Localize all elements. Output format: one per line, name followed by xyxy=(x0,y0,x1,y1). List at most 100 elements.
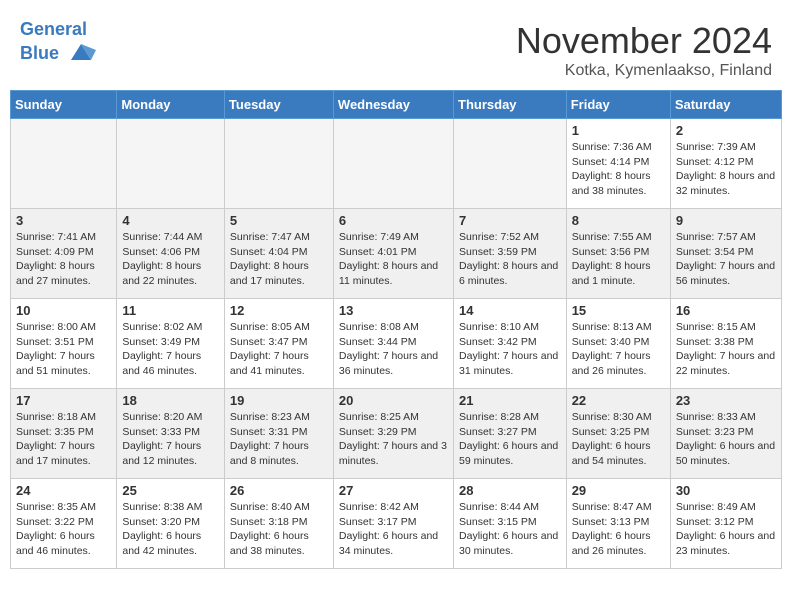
calendar-cell: 18 Sunrise: 8:20 AMSunset: 3:33 PMDayligh… xyxy=(117,389,225,479)
calendar-cell: 14Sunrise: 8:10 AMSunset: 3:42 PMDayligh… xyxy=(454,299,567,389)
cell-info: Sunrise: 8:10 AMSunset: 3:42 PMDaylight:… xyxy=(459,320,561,379)
cell-info: Sunrise: 8:47 AMSunset: 3:13 PMDaylight:… xyxy=(572,500,665,559)
calendar-cell: 28 Sunrise: 8:44 AMSunset: 3:15 PMDayligh… xyxy=(454,479,567,569)
logo: General Blue xyxy=(20,20,96,68)
day-number: 12 xyxy=(230,303,328,318)
cell-info: Sunrise: 8:44 AMSunset: 3:15 PMDaylight:… xyxy=(459,500,561,559)
day-header-thursday: Thursday xyxy=(454,91,567,119)
cell-info: Sunrise: 7:41 AMSunset: 4:09 PMDaylight:… xyxy=(16,230,111,289)
day-number: 22 xyxy=(572,393,665,408)
cell-info: Sunrise: 8:35 AMSunset: 3:22 PMDaylight:… xyxy=(16,500,111,559)
calendar-cell: 3 Sunrise: 7:41 AMSunset: 4:09 PMDaylight… xyxy=(11,209,117,299)
location-title: Kotka, Kymenlaakso, Finland xyxy=(516,62,772,80)
cell-info: Sunrise: 8:08 AMSunset: 3:44 PMDaylight:… xyxy=(339,320,448,379)
cell-info: Sunrise: 8:02 AMSunset: 3:49 PMDaylight:… xyxy=(122,320,219,379)
calendar-cell: 9 Sunrise: 7:57 AMSunset: 3:54 PMDaylight… xyxy=(670,209,781,299)
day-number: 11 xyxy=(122,303,219,318)
calendar-cell: 30 Sunrise: 8:49 AMSunset: 3:12 PMDayligh… xyxy=(670,479,781,569)
day-number: 1 xyxy=(572,123,665,138)
cell-info: Sunrise: 8:25 AMSunset: 3:29 PMDaylight:… xyxy=(339,410,448,469)
day-header-sunday: Sunday xyxy=(11,91,117,119)
week-row-4: 17Sunrise: 8:18 AMSunset: 3:35 PMDayligh… xyxy=(11,389,782,479)
cell-info: Sunrise: 8:49 AMSunset: 3:12 PMDaylight:… xyxy=(676,500,776,559)
cell-info: Sunrise: 7:39 AMSunset: 4:12 PMDaylight:… xyxy=(676,140,776,199)
cell-info: Sunrise: 8:38 AMSunset: 3:20 PMDaylight:… xyxy=(122,500,219,559)
day-number: 30 xyxy=(676,483,776,498)
day-number: 3 xyxy=(16,213,111,228)
calendar-cell: 1 Sunrise: 7:36 AMSunset: 4:14 PMDaylight… xyxy=(566,119,670,209)
calendar-cell: 5 Sunrise: 7:47 AMSunset: 4:04 PMDaylight… xyxy=(224,209,333,299)
logo-blue: Blue xyxy=(20,43,59,63)
day-number: 5 xyxy=(230,213,328,228)
logo-general: General xyxy=(20,19,87,39)
days-header-row: SundayMondayTuesdayWednesdayThursdayFrid… xyxy=(11,91,782,119)
cell-info: Sunrise: 8:23 AMSunset: 3:31 PMDaylight:… xyxy=(230,410,328,469)
day-number: 4 xyxy=(122,213,219,228)
day-number: 9 xyxy=(676,213,776,228)
cell-info: Sunrise: 8:28 AMSunset: 3:27 PMDaylight:… xyxy=(459,410,561,469)
cell-info: Sunrise: 7:55 AMSunset: 3:56 PMDaylight:… xyxy=(572,230,665,289)
month-title: November 2024 xyxy=(516,20,772,62)
calendar-cell: 22Sunrise: 8:30 AMSunset: 3:25 PMDayligh… xyxy=(566,389,670,479)
day-number: 24 xyxy=(16,483,111,498)
cell-info: Sunrise: 8:42 AMSunset: 3:17 PMDaylight:… xyxy=(339,500,448,559)
day-header-saturday: Saturday xyxy=(670,91,781,119)
day-number: 21 xyxy=(459,393,561,408)
day-number: 7 xyxy=(459,213,561,228)
cell-info: Sunrise: 7:57 AMSunset: 3:54 PMDaylight:… xyxy=(676,230,776,289)
calendar-cell: 23Sunrise: 8:33 AMSunset: 3:23 PMDayligh… xyxy=(670,389,781,479)
cell-info: Sunrise: 7:49 AMSunset: 4:01 PMDaylight:… xyxy=(339,230,448,289)
day-number: 20 xyxy=(339,393,448,408)
week-row-1: 1 Sunrise: 7:36 AMSunset: 4:14 PMDaylight… xyxy=(11,119,782,209)
day-header-tuesday: Tuesday xyxy=(224,91,333,119)
cell-info: Sunrise: 8:18 AMSunset: 3:35 PMDaylight:… xyxy=(16,410,111,469)
day-header-friday: Friday xyxy=(566,91,670,119)
day-number: 26 xyxy=(230,483,328,498)
day-number: 13 xyxy=(339,303,448,318)
header: General Blue November 2024 Kotka, Kymenl… xyxy=(10,10,782,85)
day-number: 18 xyxy=(122,393,219,408)
calendar-cell xyxy=(224,119,333,209)
cell-info: Sunrise: 8:40 AMSunset: 3:18 PMDaylight:… xyxy=(230,500,328,559)
week-row-3: 10 Sunrise: 8:00 AMSunset: 3:51 PMDayligh… xyxy=(11,299,782,389)
calendar-cell: 8 Sunrise: 7:55 AMSunset: 3:56 PMDaylight… xyxy=(566,209,670,299)
calendar-cell: 29Sunrise: 8:47 AMSunset: 3:13 PMDayligh… xyxy=(566,479,670,569)
calendar-cell: 26 Sunrise: 8:40 AMSunset: 3:18 PMDayligh… xyxy=(224,479,333,569)
calendar-cell: 11 Sunrise: 8:02 AMSunset: 3:49 PMDayligh… xyxy=(117,299,225,389)
cell-info: Sunrise: 8:33 AMSunset: 3:23 PMDaylight:… xyxy=(676,410,776,469)
day-number: 10 xyxy=(16,303,111,318)
calendar-cell: 19Sunrise: 8:23 AMSunset: 3:31 PMDayligh… xyxy=(224,389,333,479)
calendar-cell: 17Sunrise: 8:18 AMSunset: 3:35 PMDayligh… xyxy=(11,389,117,479)
day-header-wednesday: Wednesday xyxy=(333,91,453,119)
cell-info: Sunrise: 7:36 AMSunset: 4:14 PMDaylight:… xyxy=(572,140,665,199)
cell-info: Sunrise: 8:15 AMSunset: 3:38 PMDaylight:… xyxy=(676,320,776,379)
day-number: 28 xyxy=(459,483,561,498)
calendar-cell: 12 Sunrise: 8:05 AMSunset: 3:47 PMDayligh… xyxy=(224,299,333,389)
day-number: 8 xyxy=(572,213,665,228)
week-row-2: 3 Sunrise: 7:41 AMSunset: 4:09 PMDaylight… xyxy=(11,209,782,299)
calendar-cell xyxy=(117,119,225,209)
calendar-cell: 10 Sunrise: 8:00 AMSunset: 3:51 PMDayligh… xyxy=(11,299,117,389)
calendar-cell: 7 Sunrise: 7:52 AMSunset: 3:59 PMDaylight… xyxy=(454,209,567,299)
cell-info: Sunrise: 8:05 AMSunset: 3:47 PMDaylight:… xyxy=(230,320,328,379)
cell-info: Sunrise: 8:00 AMSunset: 3:51 PMDaylight:… xyxy=(16,320,111,379)
day-header-monday: Monday xyxy=(117,91,225,119)
day-number: 27 xyxy=(339,483,448,498)
day-number: 15 xyxy=(572,303,665,318)
day-number: 2 xyxy=(676,123,776,138)
cell-info: Sunrise: 8:13 AMSunset: 3:40 PMDaylight:… xyxy=(572,320,665,379)
cell-info: Sunrise: 7:47 AMSunset: 4:04 PMDaylight:… xyxy=(230,230,328,289)
calendar-cell: 15 Sunrise: 8:13 AMSunset: 3:40 PMDayligh… xyxy=(566,299,670,389)
calendar-cell xyxy=(333,119,453,209)
title-block: November 2024 Kotka, Kymenlaakso, Finlan… xyxy=(516,20,772,80)
calendar-cell xyxy=(11,119,117,209)
day-number: 25 xyxy=(122,483,219,498)
day-number: 6 xyxy=(339,213,448,228)
calendar-cell: 24 Sunrise: 8:35 AMSunset: 3:22 PMDayligh… xyxy=(11,479,117,569)
day-number: 16 xyxy=(676,303,776,318)
calendar-cell: 16 Sunrise: 8:15 AMSunset: 3:38 PMDayligh… xyxy=(670,299,781,389)
logo-icon xyxy=(66,40,96,68)
cell-info: Sunrise: 8:20 AMSunset: 3:33 PMDaylight:… xyxy=(122,410,219,469)
calendar-cell: 27 Sunrise: 8:42 AMSunset: 3:17 PMDayligh… xyxy=(333,479,453,569)
cell-info: Sunrise: 7:52 AMSunset: 3:59 PMDaylight:… xyxy=(459,230,561,289)
